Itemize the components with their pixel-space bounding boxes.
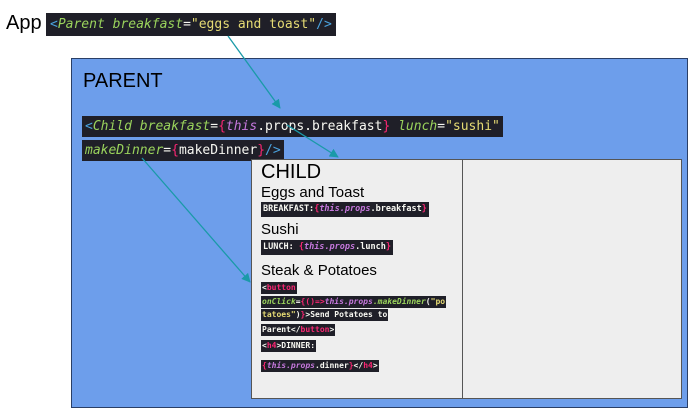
prop-field: .dinner <box>315 361 349 370</box>
label: LUNCH: <box>263 242 299 252</box>
empty-panel <box>462 159 682 399</box>
brace-close: } <box>421 204 427 214</box>
tag-open: </ <box>353 361 364 370</box>
tag-close: /> <box>265 143 281 158</box>
tag-open: </ <box>290 325 301 334</box>
this-keyword: this <box>319 204 340 214</box>
prop-path: .props.breakfast <box>257 119 383 134</box>
prop-field: .breakfast <box>370 204 422 214</box>
brace-close: } <box>257 143 266 158</box>
tag-close: /> <box>316 17 332 32</box>
h4-code-line: <h4>DINNER: <box>261 340 317 352</box>
button-code-line: tatoes")}>Send Potatoes to <box>261 309 389 321</box>
button-code-line: onClick={()=>this.props.makeDinner("po <box>261 296 447 308</box>
lunch-heading: Sushi <box>261 221 299 238</box>
attr-name: breakfast <box>139 119 211 134</box>
attr-value: "eggs and toast" <box>190 17 317 32</box>
attr-name: lunch <box>398 119 438 134</box>
h4-code-line: {this.props.dinner}</h4> <box>261 360 379 372</box>
label: BREAKFAST: <box>263 204 315 214</box>
prop-field: .lunch <box>355 242 386 252</box>
tag-close: > <box>329 325 335 334</box>
equals: = <box>183 17 191 32</box>
brace-close: } <box>382 119 391 134</box>
child-title: CHILD <box>261 161 322 183</box>
tag-close: > <box>372 361 378 370</box>
breakfast-code: BREAKFAST:{this.props.breakfast} <box>261 202 429 217</box>
attr-name: makeDinner <box>85 143 164 158</box>
brace-open: { <box>218 119 226 134</box>
equals: = <box>163 143 172 158</box>
prop-path: .props <box>286 361 315 370</box>
app-label: App <box>6 12 42 34</box>
this-keyword: this <box>303 242 325 252</box>
string: tatoes" <box>262 310 296 319</box>
button-text: Send Potatoes to <box>310 310 388 319</box>
tag-open: < <box>50 17 58 32</box>
lunch-code: LUNCH: {this.props.lunch} <box>261 240 393 255</box>
this-keyword: this <box>324 297 344 306</box>
prop-path: .props <box>343 297 373 306</box>
component-name: Child <box>92 119 132 134</box>
button-text: Parent <box>262 325 291 334</box>
prop-path: .props <box>339 204 371 214</box>
attr-name: onClick <box>262 297 296 306</box>
fn-name: .makeDinner <box>372 297 426 306</box>
breakfast-heading: Eggs and Toast <box>261 184 365 201</box>
tag-open: < <box>85 119 93 134</box>
child-tag-line-2: makeDinner={makeDinner}/> <box>82 140 284 161</box>
this-keyword: this <box>225 119 258 134</box>
parent-title: PARENT <box>83 70 163 92</box>
this-keyword: this <box>266 361 287 370</box>
attr-value: "sushi" <box>445 119 500 134</box>
tag-name: button <box>300 325 330 334</box>
arrow-fn: ()=> <box>305 297 325 306</box>
child-tag-line-1: <Child breakfast={this.props.breakfast} … <box>82 116 503 137</box>
tag-name: button <box>266 283 296 292</box>
equals: = <box>210 119 219 134</box>
h4-text: DINNER: <box>281 341 316 350</box>
attr-value: makeDinner <box>178 143 258 158</box>
component-name: Parent <box>57 17 105 32</box>
attr-name: breakfast <box>112 17 184 32</box>
string: "po <box>430 297 446 306</box>
tag-name: h4 <box>363 361 373 370</box>
brace-close: } <box>385 242 391 252</box>
app-parent-code: <Parent breakfast="eggs and toast"/> <box>46 13 336 36</box>
dinner-heading: Steak & Potatoes <box>261 262 377 279</box>
prop-path: .props <box>324 242 356 252</box>
button-code-line: <button <box>261 282 297 294</box>
button-code-line: Parent</button> <box>261 324 336 336</box>
brace-open: { <box>171 143 179 158</box>
